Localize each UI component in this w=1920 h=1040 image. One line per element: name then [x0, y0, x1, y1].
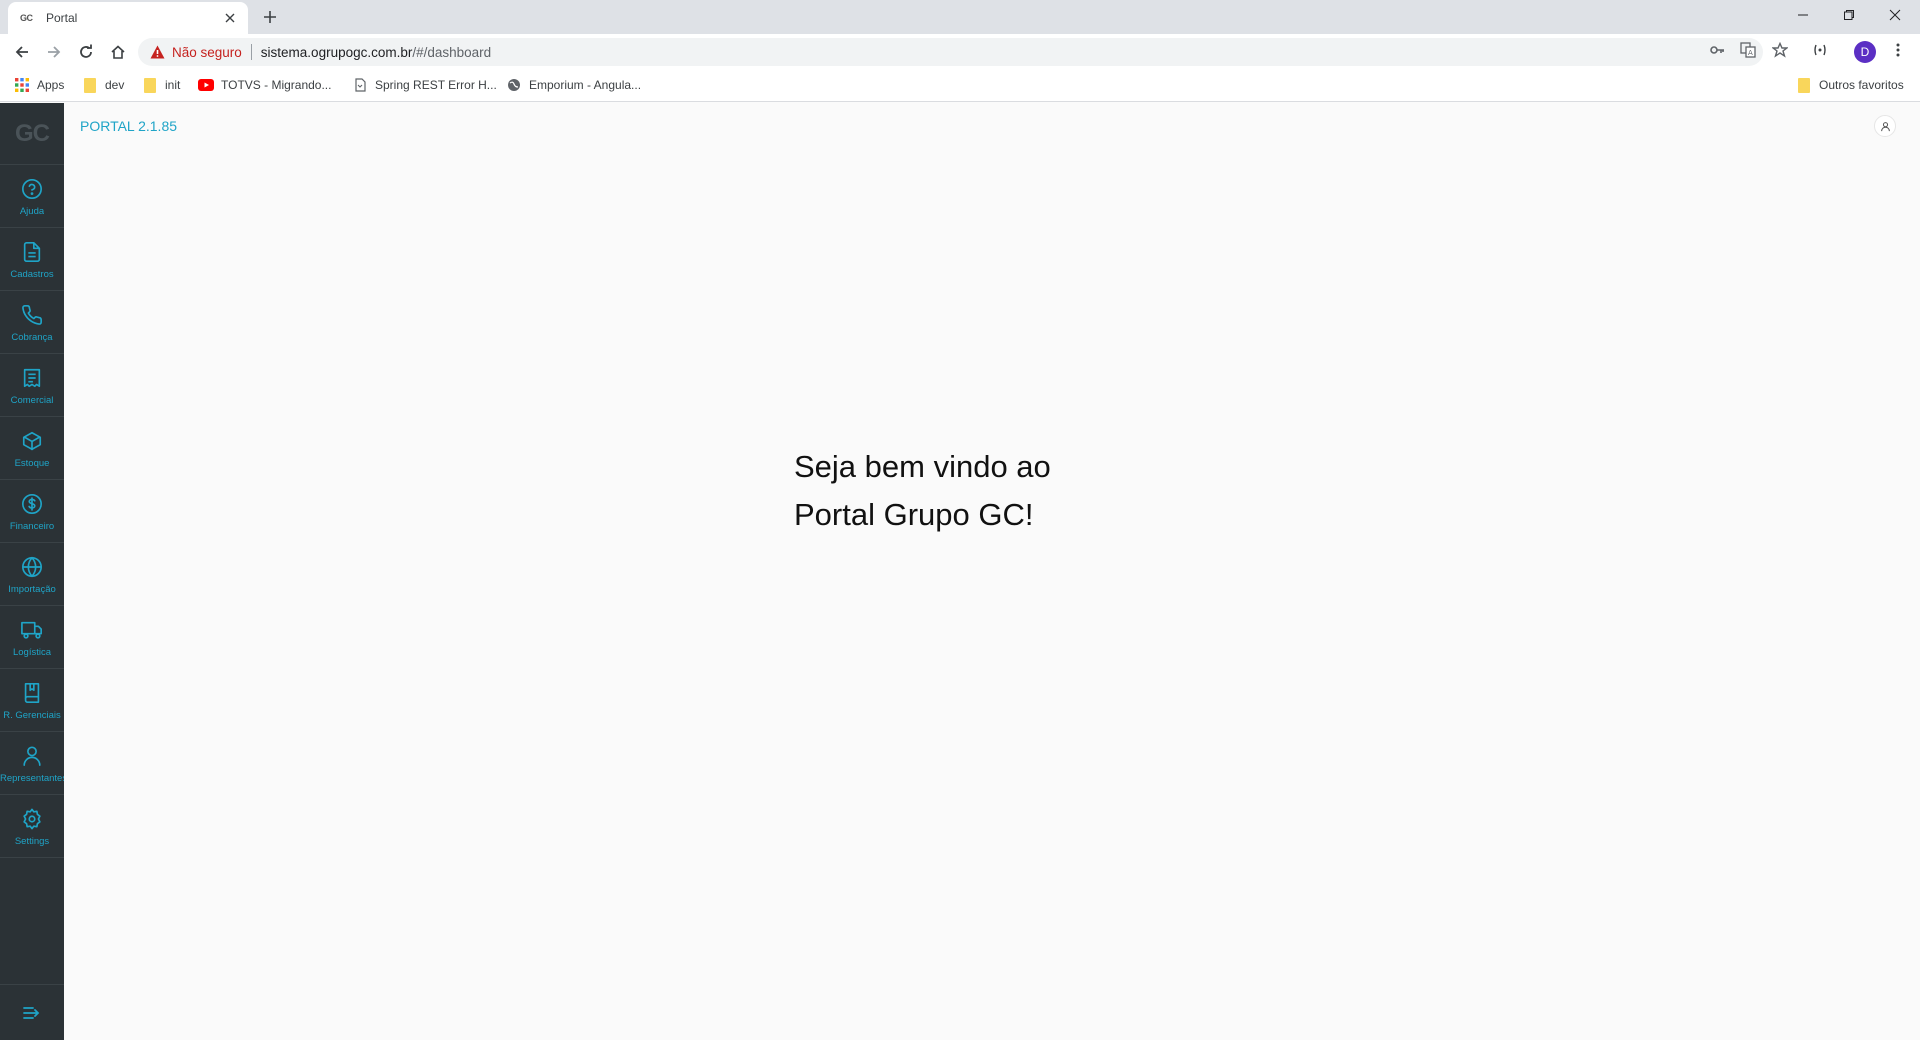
profile-avatar[interactable]: D: [1854, 41, 1876, 63]
bookmark-star-icon[interactable]: [1770, 40, 1790, 60]
help-icon: [19, 176, 45, 202]
bookmark-label: Apps: [37, 78, 65, 92]
welcome-message: Seja bem vindo ao Portal Grupo GC!: [794, 443, 1051, 539]
user-icon: [19, 743, 45, 769]
app-logo[interactable]: GC: [0, 103, 64, 165]
restore-window-icon[interactable]: [1826, 0, 1872, 30]
sidebar-item-estoque[interactable]: Estoque: [0, 417, 64, 480]
svg-text:A: A: [1748, 49, 1753, 57]
browser-tab-strip: GC Portal: [0, 0, 1920, 34]
sidebar-item-cobranca[interactable]: Cobrança: [0, 291, 64, 354]
sidebar-item-label: Settings: [14, 835, 50, 847]
sidebar-item-settings[interactable]: Settings: [0, 795, 64, 858]
gear-icon: [19, 806, 45, 832]
other-bookmarks[interactable]: Outros favoritos: [1796, 77, 1904, 93]
youtube-icon: [198, 77, 214, 93]
new-tab-button[interactable]: [260, 7, 280, 27]
sidebar-item-r-gerenciais[interactable]: R. Gerenciais: [0, 669, 64, 732]
reload-icon[interactable]: [74, 40, 98, 64]
other-bookmarks-label: Outros favoritos: [1819, 78, 1904, 92]
bookmark-label: Spring REST Error H...: [375, 78, 497, 92]
document-icon: [19, 239, 45, 265]
page-icon: [352, 77, 368, 93]
browser-menu-icon[interactable]: [1888, 40, 1908, 60]
forward-arrow-icon[interactable]: [42, 40, 66, 64]
apps-grid-icon: [14, 77, 30, 93]
tab-favicon: GC: [20, 13, 33, 23]
expand-menu-icon: [23, 1006, 41, 1020]
user-menu-button[interactable]: [1874, 115, 1896, 137]
globe-icon: [506, 77, 522, 93]
minimize-window-icon[interactable]: [1780, 0, 1826, 30]
translate-icon[interactable]: A: [1738, 40, 1758, 60]
omnibox-divider: [250, 44, 252, 60]
back-arrow-icon[interactable]: [10, 40, 34, 64]
bookmark-label: Emporium - Angula...: [529, 78, 642, 92]
bookmark-init[interactable]: init: [142, 77, 180, 93]
sidebar-item-label: Cobrança: [11, 331, 53, 343]
phone-icon: [19, 302, 45, 328]
sidebar-item-label: Estoque: [14, 457, 50, 469]
folder-icon: [82, 77, 98, 93]
sidebar-item-label: Financeiro: [9, 520, 55, 532]
close-window-icon[interactable]: [1872, 0, 1918, 30]
bookmark-totvs[interactable]: TOTVS - Migrando...: [198, 77, 331, 93]
bookmark-emporium[interactable]: Emporium - Angula...: [506, 77, 641, 93]
bookmark-label: TOTVS - Migrando...: [221, 78, 332, 92]
url-host: sistema.ogrupogc.com.br: [260, 44, 413, 60]
bookmark-dev[interactable]: dev: [82, 77, 124, 93]
close-tab-icon[interactable]: [222, 10, 238, 26]
browser-tab[interactable]: GC Portal: [8, 2, 248, 34]
bookmark-apps[interactable]: Apps: [14, 77, 64, 93]
sidebar-item-comercial[interactable]: Comercial: [0, 354, 64, 417]
url-path: /#/dashboard: [412, 44, 492, 60]
sidebar-item-financeiro[interactable]: Financeiro: [0, 480, 64, 543]
url-text[interactable]: sistema.ogrupogc.com.br/#/dashboard: [261, 45, 491, 60]
main-content: PORTAL 2.1.85 Seja bem vindo ao Portal G…: [64, 103, 1920, 1040]
tab-title: Portal: [46, 11, 78, 25]
security-label: Não seguro: [172, 44, 242, 60]
book-icon: [19, 680, 45, 706]
sidebar-expand-button[interactable]: [0, 984, 64, 1040]
user-icon: [1880, 121, 1891, 132]
address-bar[interactable]: Não seguro sistema.ogrupogc.com.br/#/das…: [138, 38, 1763, 66]
sidebar-item-logistica[interactable]: Logística: [0, 606, 64, 669]
sidebar-item-ajuda[interactable]: Ajuda: [0, 165, 64, 228]
welcome-line-2: Portal Grupo GC!: [794, 497, 1034, 532]
box-icon: [19, 428, 45, 454]
app-version: PORTAL 2.1.85: [80, 118, 178, 134]
sidebar-item-label: Comercial: [10, 394, 54, 406]
truck-icon: [19, 617, 45, 643]
folder-icon: [1796, 77, 1812, 93]
folder-icon: [142, 77, 158, 93]
sidebar-item-label: Ajuda: [19, 205, 45, 217]
sidebar-item-label: Importação: [8, 583, 56, 595]
sidebar-item-label: Cadastros: [10, 268, 54, 280]
welcome-line-1: Seja bem vindo ao: [794, 449, 1051, 484]
globe-icon: [19, 554, 45, 580]
home-icon[interactable]: [106, 40, 130, 64]
sidebar-item-label: R. Gerenciais: [3, 709, 61, 721]
warning-triangle-icon: [150, 45, 165, 59]
bookmark-label: dev: [105, 78, 125, 92]
receipt-icon: [19, 365, 45, 391]
sidebar-item-representantes[interactable]: Representantes: [0, 732, 64, 795]
bookmarks-bar: Apps dev init TOTVS - Migrando... Spring…: [0, 70, 1920, 102]
sidebar-item-label: Logística: [12, 646, 52, 658]
browser-toolbar: Não seguro sistema.ogrupogc.com.br/#/das…: [0, 34, 1920, 70]
dollar-icon: [19, 491, 45, 517]
extension-icon[interactable]: [1810, 40, 1830, 60]
security-indicator[interactable]: Não seguro: [150, 45, 242, 60]
sidebar-item-label: Representantes: [0, 772, 64, 784]
bookmark-label: init: [165, 78, 181, 92]
bookmark-spring[interactable]: Spring REST Error H...: [352, 77, 497, 93]
key-icon[interactable]: [1707, 40, 1727, 60]
sidebar-item-importacao[interactable]: Importação: [0, 543, 64, 606]
app-sidebar: GC Ajuda Cadastros Cobrança Comercial Es…: [0, 103, 64, 1040]
sidebar-item-cadastros[interactable]: Cadastros: [0, 228, 64, 291]
